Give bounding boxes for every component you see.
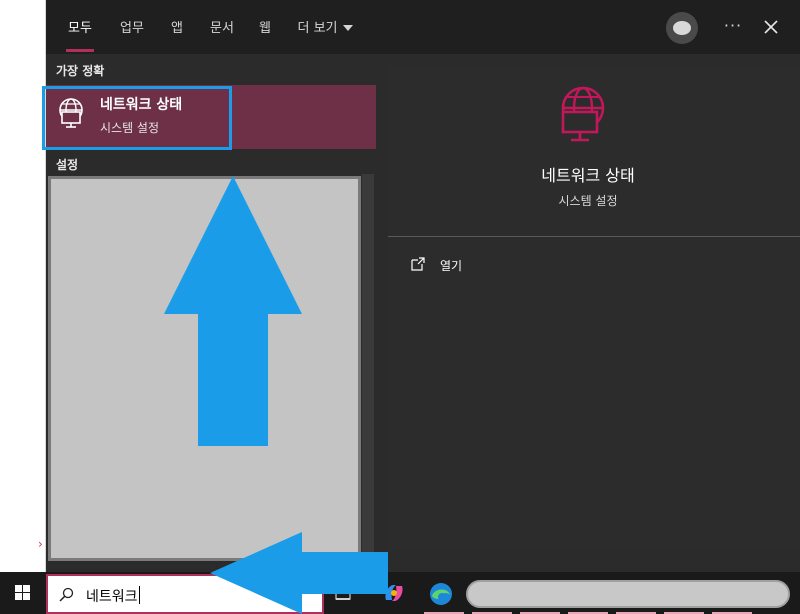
search-input-value: 네트워크 bbox=[86, 586, 140, 606]
background-window: › bbox=[0, 0, 46, 572]
annotation-arrow-left bbox=[210, 532, 388, 614]
more-options-button[interactable]: ··· bbox=[718, 12, 748, 42]
pinned-apps-redacted bbox=[466, 580, 790, 608]
profile-avatar[interactable] bbox=[666, 12, 698, 44]
detail-divider bbox=[388, 236, 800, 237]
tab-work-label: 업무 bbox=[120, 21, 144, 36]
annotation-arrow-up bbox=[164, 176, 302, 446]
network-globe-icon bbox=[561, 86, 605, 142]
search-flyout: 모두 업무 앱 문서 웹 더 보기 ··· 가장 정확 네트워크 상태 시스템 … bbox=[42, 0, 800, 572]
tab-web[interactable]: 웹 bbox=[250, 0, 280, 54]
windows-start-icon bbox=[15, 585, 30, 600]
tab-documents-label: 문서 bbox=[210, 21, 234, 36]
tab-web-label: 웹 bbox=[259, 21, 271, 36]
search-tab-bar: 모두 업무 앱 문서 웹 더 보기 ··· bbox=[46, 0, 800, 54]
background-window-edge bbox=[0, 0, 46, 572]
detail-pane: 네트워크 상태 시스템 설정 열기 bbox=[388, 66, 800, 550]
taskbar: 네트워크 bbox=[0, 572, 800, 614]
detail-subtitle: 시스템 설정 bbox=[558, 194, 618, 208]
start-button[interactable] bbox=[0, 572, 46, 614]
best-match-header: 가장 정확 bbox=[56, 64, 105, 78]
annotation-highlight-box bbox=[42, 86, 232, 150]
close-icon bbox=[764, 20, 778, 34]
detail-header: 네트워크 상태 시스템 설정 bbox=[388, 66, 800, 234]
open-action-label: 열기 bbox=[440, 259, 463, 273]
settings-header: 설정 bbox=[56, 158, 79, 172]
tab-work[interactable]: 업무 bbox=[110, 0, 154, 54]
open-action-button[interactable]: 열기 bbox=[408, 254, 608, 278]
background-chevron-icon: › bbox=[38, 537, 43, 551]
chevron-down-icon bbox=[342, 25, 353, 31]
tab-more[interactable]: 더 보기 bbox=[290, 0, 360, 54]
edge-icon[interactable] bbox=[428, 581, 454, 607]
more-options-icon: ··· bbox=[723, 16, 743, 35]
tab-documents[interactable]: 문서 bbox=[200, 0, 244, 54]
search-input-text: 네트워크 bbox=[86, 589, 138, 605]
open-external-icon bbox=[411, 257, 425, 271]
text-caret bbox=[138, 586, 140, 604]
tab-apps[interactable]: 앱 bbox=[162, 0, 192, 54]
results-scrollbar[interactable] bbox=[362, 174, 374, 564]
search-icon bbox=[59, 587, 74, 602]
tab-apps-label: 앱 bbox=[171, 21, 183, 36]
tab-all[interactable]: 모두 bbox=[58, 0, 102, 54]
detail-title: 네트워크 상태 bbox=[541, 166, 635, 185]
tab-more-label: 더 보기 bbox=[297, 21, 338, 36]
close-button[interactable] bbox=[756, 12, 786, 42]
tab-all-label: 모두 bbox=[68, 21, 92, 36]
